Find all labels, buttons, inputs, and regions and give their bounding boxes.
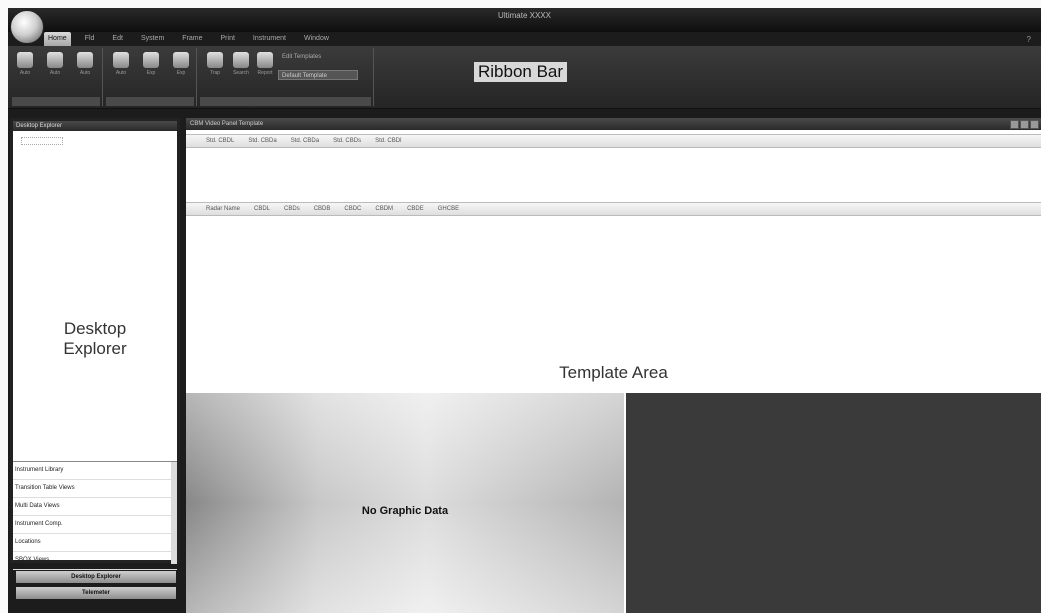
list-item[interactable]: Locations xyxy=(13,534,177,552)
column-header[interactable]: CBDs xyxy=(284,206,300,212)
list-item[interactable]: Multi Data Views xyxy=(13,498,177,516)
ribbon-group-label xyxy=(200,97,371,106)
ribbon-button[interactable]: Exp xyxy=(140,52,162,76)
gauge-icon xyxy=(113,52,129,68)
dark-display-panel xyxy=(626,393,1041,613)
column-header[interactable]: CBDC xyxy=(344,206,361,212)
ribbon-tabs: Home Fld Edt System Frame Print Instrume… xyxy=(44,32,333,46)
template-area: CBM Video Panel Template Std. CBDL Std. … xyxy=(186,118,1041,613)
ribbon-group-1: Auto Auto Auto xyxy=(10,48,103,106)
ribbon-group-label xyxy=(12,97,100,106)
maximize-icon[interactable] xyxy=(1020,120,1029,129)
ribbon-group-3: Trap Search Report Edit Templates Defaul… xyxy=(198,48,374,106)
column-header-row: Radar Name CBDL CBDs CBDB CBDC CBDM CBDE… xyxy=(186,202,1041,216)
template-title-bar: CBM Video Panel Template xyxy=(186,118,1041,130)
explorer-scrollbar[interactable] xyxy=(171,462,177,564)
ribbon-button[interactable]: Auto xyxy=(44,52,66,76)
ribbon-group-label xyxy=(106,97,194,106)
search-icon xyxy=(233,52,249,68)
ribbon-button[interactable]: Auto xyxy=(14,52,36,76)
list-item[interactable]: Instrument Comp. xyxy=(13,516,177,534)
ribbon-bar: Auto Auto Auto Auto Exp Exp Trap Search … xyxy=(8,46,1041,109)
tab-instrument[interactable]: Instrument xyxy=(249,32,290,46)
title-bar: Ultimate XXXX xyxy=(8,8,1041,32)
ribbon-group-2: Auto Exp Exp xyxy=(104,48,197,106)
column-header[interactable]: Std. CBDs xyxy=(333,138,361,144)
tab-frame[interactable]: Frame xyxy=(178,32,206,46)
ribbon-button[interactable]: Search xyxy=(230,52,252,76)
window-title: Ultimate XXXX xyxy=(498,11,551,20)
column-header[interactable]: CBDE xyxy=(407,206,424,212)
help-icon[interactable]: ? xyxy=(1027,35,1031,44)
column-header-row: Std. CBDL Std. CBDa Std. CBDa Std. CBDs … xyxy=(186,134,1041,148)
application-menu-button[interactable] xyxy=(10,10,44,44)
ribbon-bar-label: Ribbon Bar xyxy=(474,62,568,82)
ribbon-button[interactable]: Auto xyxy=(74,52,96,76)
explorer-header: Desktop Explorer xyxy=(13,121,177,131)
desktop-explorer-panel: Desktop Explorer Desktop Explorer Instru… xyxy=(10,118,180,570)
tab-system[interactable]: System xyxy=(137,32,168,46)
tab-fld[interactable]: Fld xyxy=(81,32,99,46)
no-graphic-data-text: No Graphic Data xyxy=(361,505,449,517)
column-header[interactable]: Radar Name xyxy=(206,206,240,212)
column-header[interactable]: CBDM xyxy=(375,206,393,212)
list-item[interactable]: Transition Table Views xyxy=(13,480,177,498)
minimize-icon[interactable] xyxy=(1010,120,1019,129)
explorer-list: Instrument Library Transition Table View… xyxy=(13,461,177,570)
column-header[interactable]: Std. CBDl xyxy=(375,138,401,144)
column-header[interactable]: CBDL xyxy=(254,206,270,212)
wrench-icon xyxy=(47,52,63,68)
desktop-explorer-button[interactable]: Desktop Explorer xyxy=(16,571,176,583)
export-icon xyxy=(143,52,159,68)
column-header[interactable]: CBDB xyxy=(314,206,331,212)
tab-edt[interactable]: Edt xyxy=(108,32,127,46)
explorer-tree-root[interactable] xyxy=(21,137,63,145)
ribbon-button[interactable]: Exp xyxy=(170,52,192,76)
list-item[interactable]: SBOX Views xyxy=(13,552,177,570)
column-header[interactable]: Std. CBDa xyxy=(291,138,319,144)
column-header[interactable]: Std. CBDa xyxy=(248,138,276,144)
application-window: Ultimate XXXX Home Fld Edt System Frame … xyxy=(8,8,1041,613)
export-icon xyxy=(173,52,189,68)
graphic-panel: No Graphic Data xyxy=(186,393,624,613)
ribbon-button[interactable]: Auto xyxy=(110,52,132,76)
report-icon xyxy=(257,52,273,68)
close-icon[interactable] xyxy=(1030,120,1039,129)
tab-home[interactable]: Home xyxy=(44,32,71,46)
headset-icon xyxy=(17,52,33,68)
telemeter-button[interactable]: Telemeter xyxy=(16,587,176,599)
ribbon-button[interactable]: Report xyxy=(254,52,276,76)
template-area-label: Template Area xyxy=(559,363,668,382)
column-header[interactable]: GHCBE xyxy=(438,206,459,212)
column-header[interactable]: Std. CBDL xyxy=(206,138,234,144)
ribbon-button[interactable]: Trap xyxy=(204,52,226,76)
edit-templates-link[interactable]: Edit Templates xyxy=(282,54,321,60)
list-item[interactable]: Instrument Library xyxy=(13,462,177,480)
window-controls xyxy=(1010,120,1039,129)
template-dropdown[interactable]: Default Template xyxy=(278,70,358,80)
template-title: CBM Video Panel Template xyxy=(190,121,264,127)
lightbulb-icon xyxy=(207,52,223,68)
tab-print[interactable]: Print xyxy=(217,32,239,46)
tool-icon xyxy=(77,52,93,68)
desktop-explorer-label: Desktop Explorer xyxy=(63,319,127,358)
tab-window[interactable]: Window xyxy=(300,32,333,46)
